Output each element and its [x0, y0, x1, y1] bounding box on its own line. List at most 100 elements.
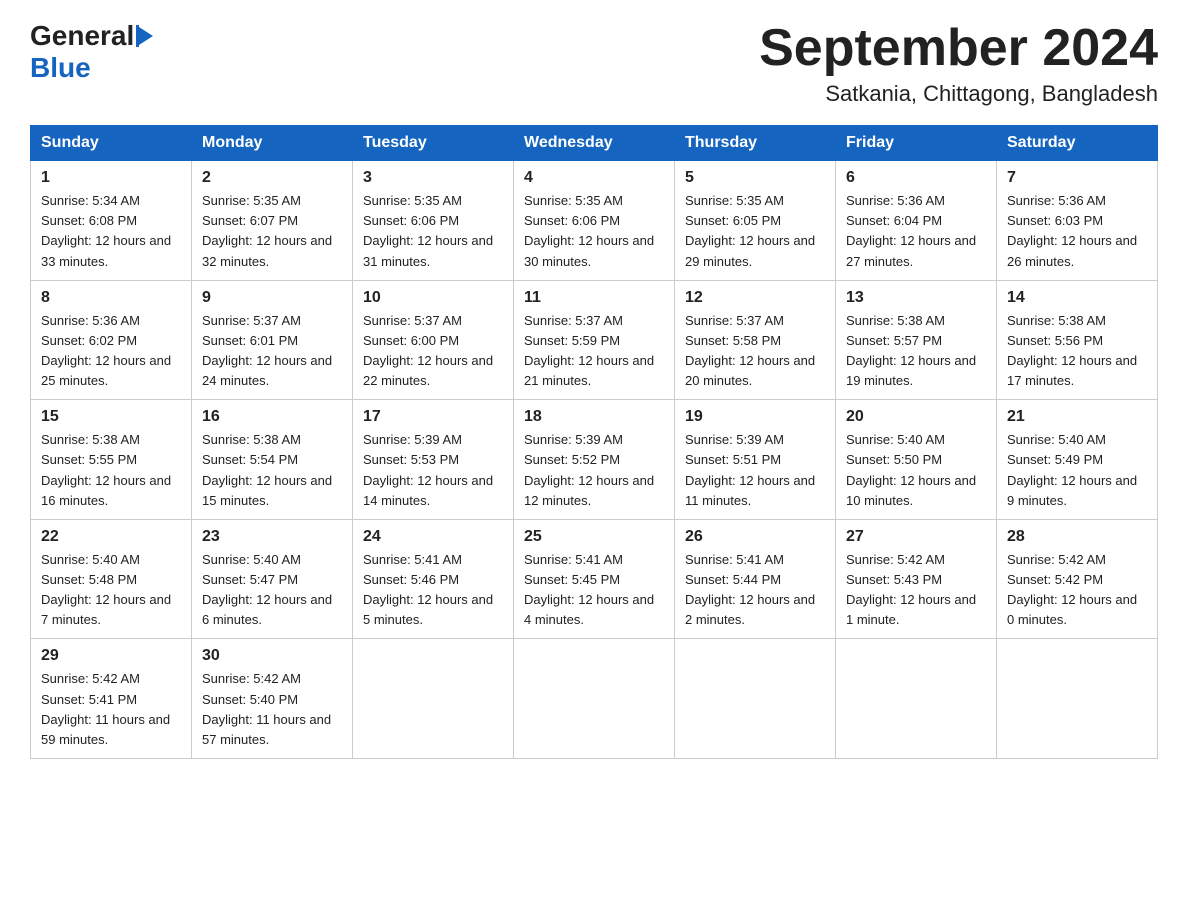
day-number: 6 [846, 169, 986, 187]
day-info: Sunrise: 5:42 AMSunset: 5:41 PMDaylight:… [41, 669, 181, 750]
calendar-cell: 3 Sunrise: 5:35 AMSunset: 6:06 PMDaylight… [353, 161, 514, 281]
day-number: 22 [41, 528, 181, 546]
calendar-cell: 19 Sunrise: 5:39 AMSunset: 5:51 PMDayligh… [675, 400, 836, 520]
day-info: Sunrise: 5:40 AMSunset: 5:48 PMDaylight:… [41, 550, 181, 631]
day-number: 12 [685, 289, 825, 307]
calendar-cell: 13Sunrise: 5:38 AMSunset: 5:57 PMDayligh… [836, 280, 997, 400]
calendar-cell: 23 Sunrise: 5:40 AMSunset: 5:47 PMDayligh… [192, 519, 353, 639]
day-number: 7 [1007, 169, 1147, 187]
day-number: 11 [524, 289, 664, 307]
calendar-cell: 21 Sunrise: 5:40 AMSunset: 5:49 PMDayligh… [997, 400, 1158, 520]
calendar-cell: 12 Sunrise: 5:37 AMSunset: 5:58 PMDayligh… [675, 280, 836, 400]
day-number: 15 [41, 408, 181, 426]
day-info: Sunrise: 5:35 AMSunset: 6:07 PMDaylight:… [202, 191, 342, 272]
logo-general-text: General [30, 20, 134, 52]
day-info: Sunrise: 5:41 AMSunset: 5:45 PMDaylight:… [524, 550, 664, 631]
header-tuesday: Tuesday [353, 126, 514, 161]
day-number: 1 [41, 169, 181, 187]
logo-blue-text: Blue [30, 52, 91, 84]
day-info: Sunrise: 5:41 AMSunset: 5:46 PMDaylight:… [363, 550, 503, 631]
calendar-cell: 8Sunrise: 5:36 AMSunset: 6:02 PMDaylight… [31, 280, 192, 400]
day-info: Sunrise: 5:42 AMSunset: 5:43 PMDaylight:… [846, 550, 986, 631]
calendar-cell: 25 Sunrise: 5:41 AMSunset: 5:45 PMDayligh… [514, 519, 675, 639]
header-wednesday: Wednesday [514, 126, 675, 161]
calendar-cell [997, 639, 1158, 759]
day-info: Sunrise: 5:37 AMSunset: 5:58 PMDaylight:… [685, 311, 825, 392]
day-number: 26 [685, 528, 825, 546]
calendar-cell [353, 639, 514, 759]
day-number: 23 [202, 528, 342, 546]
calendar-cell: 30Sunrise: 5:42 AMSunset: 5:40 PMDayligh… [192, 639, 353, 759]
day-info: Sunrise: 5:40 AMSunset: 5:47 PMDaylight:… [202, 550, 342, 631]
calendar-cell: 9 Sunrise: 5:37 AMSunset: 6:01 PMDaylight… [192, 280, 353, 400]
day-number: 16 [202, 408, 342, 426]
calendar-cell [836, 639, 997, 759]
day-number: 19 [685, 408, 825, 426]
day-number: 4 [524, 169, 664, 187]
day-number: 20 [846, 408, 986, 426]
day-number: 9 [202, 289, 342, 307]
calendar-cell: 29 Sunrise: 5:42 AMSunset: 5:41 PMDayligh… [31, 639, 192, 759]
page-header: General Blue September 2024 Satkania, Ch… [30, 20, 1158, 107]
day-number: 21 [1007, 408, 1147, 426]
day-info: Sunrise: 5:37 AMSunset: 6:01 PMDaylight:… [202, 311, 342, 392]
days-header-row: Sunday Monday Tuesday Wednesday Thursday… [31, 126, 1158, 161]
week-row-1: 1 Sunrise: 5:34 AMSunset: 6:08 PMDaylight… [31, 161, 1158, 281]
day-info: Sunrise: 5:39 AMSunset: 5:52 PMDaylight:… [524, 430, 664, 511]
day-number: 8 [41, 289, 181, 307]
calendar-cell: 17Sunrise: 5:39 AMSunset: 5:53 PMDayligh… [353, 400, 514, 520]
day-info: Sunrise: 5:40 AMSunset: 5:49 PMDaylight:… [1007, 430, 1147, 511]
day-number: 3 [363, 169, 503, 187]
day-info: Sunrise: 5:38 AMSunset: 5:55 PMDaylight:… [41, 430, 181, 511]
calendar-cell: 18Sunrise: 5:39 AMSunset: 5:52 PMDayligh… [514, 400, 675, 520]
calendar-cell: 1 Sunrise: 5:34 AMSunset: 6:08 PMDaylight… [31, 161, 192, 281]
logo: General Blue [30, 20, 153, 84]
calendar-cell: 11 Sunrise: 5:37 AMSunset: 5:59 PMDayligh… [514, 280, 675, 400]
calendar-cell: 22 Sunrise: 5:40 AMSunset: 5:48 PMDayligh… [31, 519, 192, 639]
calendar-cell [514, 639, 675, 759]
calendar-cell: 20 Sunrise: 5:40 AMSunset: 5:50 PMDayligh… [836, 400, 997, 520]
day-number: 10 [363, 289, 503, 307]
day-number: 2 [202, 169, 342, 187]
calendar-cell: 5 Sunrise: 5:35 AMSunset: 6:05 PMDaylight… [675, 161, 836, 281]
week-row-4: 22 Sunrise: 5:40 AMSunset: 5:48 PMDayligh… [31, 519, 1158, 639]
day-info: Sunrise: 5:39 AMSunset: 5:53 PMDaylight:… [363, 430, 503, 511]
day-info: Sunrise: 5:35 AMSunset: 6:06 PMDaylight:… [524, 191, 664, 272]
day-number: 28 [1007, 528, 1147, 546]
day-info: Sunrise: 5:42 AMSunset: 5:42 PMDaylight:… [1007, 550, 1147, 631]
calendar-subtitle: Satkania, Chittagong, Bangladesh [759, 81, 1158, 107]
day-info: Sunrise: 5:38 AMSunset: 5:54 PMDaylight:… [202, 430, 342, 511]
calendar-cell: 4 Sunrise: 5:35 AMSunset: 6:06 PMDaylight… [514, 161, 675, 281]
day-info: Sunrise: 5:37 AMSunset: 6:00 PMDaylight:… [363, 311, 503, 392]
day-number: 14 [1007, 289, 1147, 307]
day-number: 30 [202, 647, 342, 665]
day-info: Sunrise: 5:35 AMSunset: 6:05 PMDaylight:… [685, 191, 825, 272]
header-saturday: Saturday [997, 126, 1158, 161]
day-number: 5 [685, 169, 825, 187]
calendar-title: September 2024 [759, 20, 1158, 77]
calendar-cell: 14Sunrise: 5:38 AMSunset: 5:56 PMDayligh… [997, 280, 1158, 400]
day-info: Sunrise: 5:39 AMSunset: 5:51 PMDaylight:… [685, 430, 825, 511]
calendar-cell: 2 Sunrise: 5:35 AMSunset: 6:07 PMDaylight… [192, 161, 353, 281]
day-number: 24 [363, 528, 503, 546]
day-number: 25 [524, 528, 664, 546]
day-info: Sunrise: 5:34 AMSunset: 6:08 PMDaylight:… [41, 191, 181, 272]
day-number: 29 [41, 647, 181, 665]
day-info: Sunrise: 5:35 AMSunset: 6:06 PMDaylight:… [363, 191, 503, 272]
day-info: Sunrise: 5:36 AMSunset: 6:04 PMDaylight:… [846, 191, 986, 272]
calendar-cell [675, 639, 836, 759]
calendar-cell: 27Sunrise: 5:42 AMSunset: 5:43 PMDayligh… [836, 519, 997, 639]
calendar-cell: 16 Sunrise: 5:38 AMSunset: 5:54 PMDayligh… [192, 400, 353, 520]
week-row-5: 29 Sunrise: 5:42 AMSunset: 5:41 PMDayligh… [31, 639, 1158, 759]
calendar-cell: 10 Sunrise: 5:37 AMSunset: 6:00 PMDayligh… [353, 280, 514, 400]
week-row-3: 15 Sunrise: 5:38 AMSunset: 5:55 PMDayligh… [31, 400, 1158, 520]
week-row-2: 8Sunrise: 5:36 AMSunset: 6:02 PMDaylight… [31, 280, 1158, 400]
header-monday: Monday [192, 126, 353, 161]
calendar-cell: 7 Sunrise: 5:36 AMSunset: 6:03 PMDaylight… [997, 161, 1158, 281]
day-info: Sunrise: 5:37 AMSunset: 5:59 PMDaylight:… [524, 311, 664, 392]
day-number: 13 [846, 289, 986, 307]
day-info: Sunrise: 5:41 AMSunset: 5:44 PMDaylight:… [685, 550, 825, 631]
day-info: Sunrise: 5:40 AMSunset: 5:50 PMDaylight:… [846, 430, 986, 511]
day-info: Sunrise: 5:36 AMSunset: 6:03 PMDaylight:… [1007, 191, 1147, 272]
calendar-cell: 6 Sunrise: 5:36 AMSunset: 6:04 PMDaylight… [836, 161, 997, 281]
